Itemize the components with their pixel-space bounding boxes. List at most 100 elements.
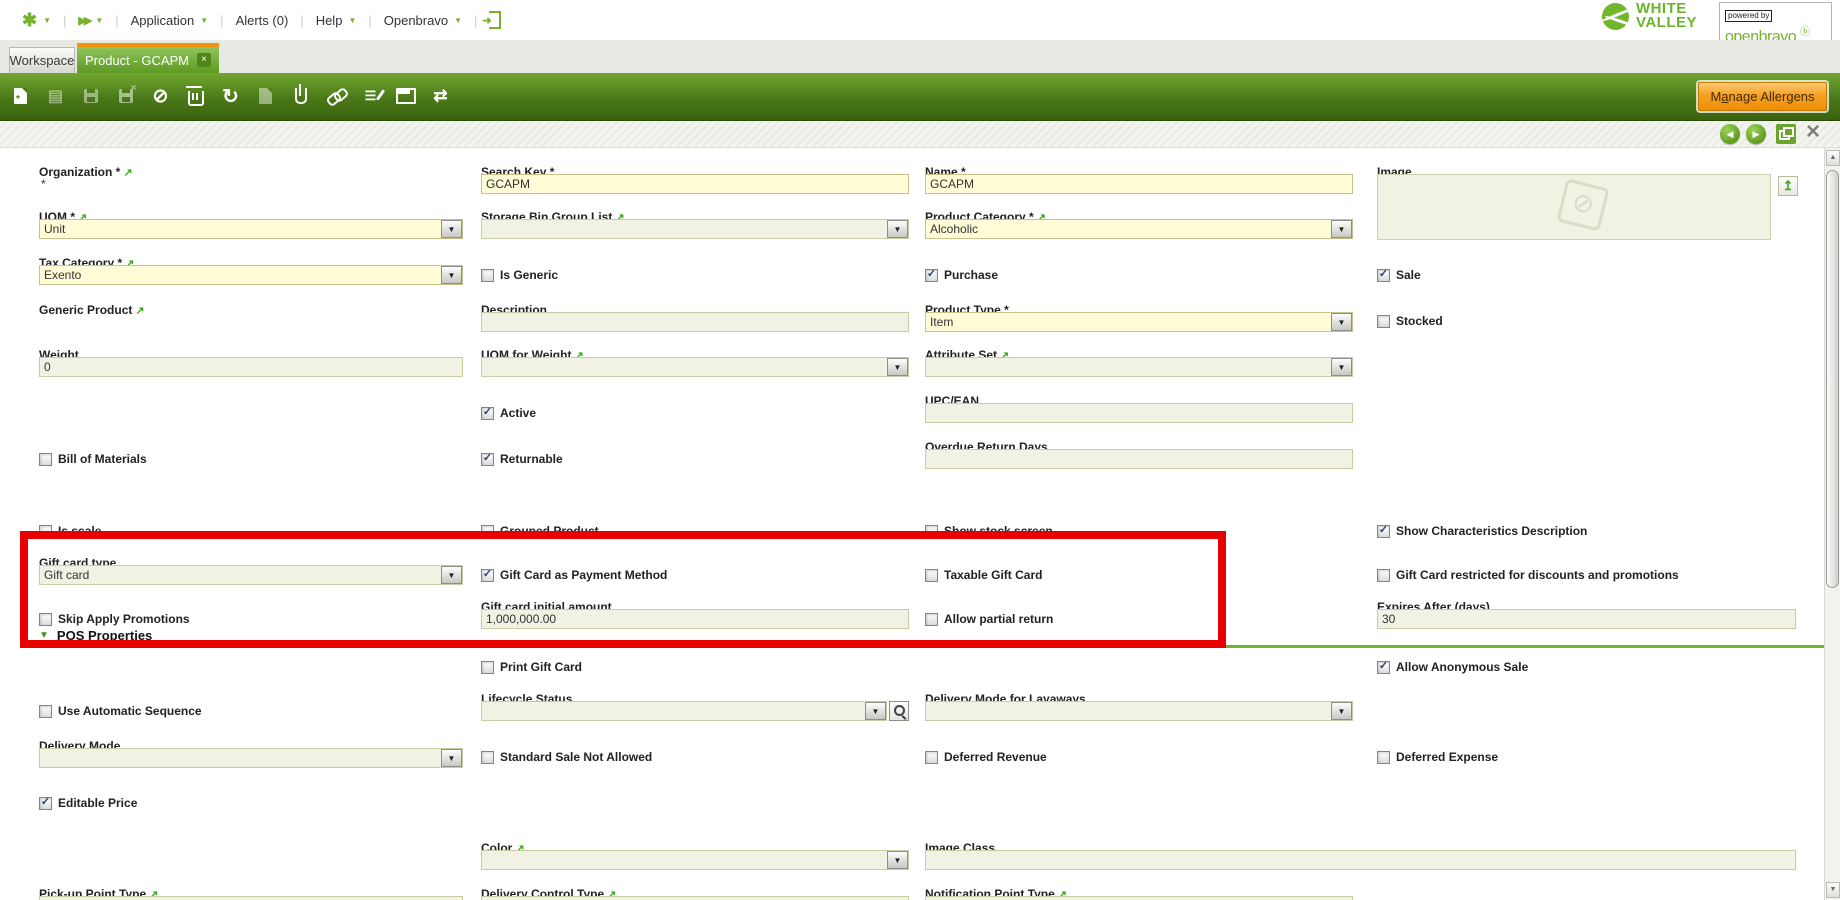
storage-bin-group-list-select[interactable]: ▼ bbox=[481, 219, 909, 239]
checkbox-show-stock-screen[interactable]: Show stock screen bbox=[925, 524, 1053, 538]
expires-after-days-input[interactable]: 30 bbox=[1377, 609, 1796, 629]
dropdown-arrow-icon[interactable]: ▼ bbox=[1331, 313, 1352, 331]
alerts-menu[interactable]: Alerts (0) bbox=[224, 13, 301, 28]
logout-icon: ➜ bbox=[482, 11, 502, 29]
dropdown-arrow-icon[interactable]: ▼ bbox=[441, 266, 462, 284]
description-input[interactable] bbox=[481, 312, 909, 332]
checkbox-purchase[interactable]: ✓ Purchase bbox=[925, 268, 998, 282]
link-arrow-icon[interactable]: ↗ bbox=[135, 305, 144, 317]
dropdown-arrow-icon[interactable]: ▼ bbox=[887, 220, 908, 238]
logout-button[interactable]: ➜ bbox=[477, 11, 513, 29]
save-close-button[interactable]: × bbox=[110, 79, 141, 113]
dropdown-arrow-icon[interactable]: ▼ bbox=[441, 749, 462, 767]
checkbox-deferred-expense[interactable]: Deferred Expense bbox=[1377, 750, 1498, 764]
tab-close-icon[interactable]: × bbox=[197, 53, 212, 67]
checkbox-use-automatic-sequence[interactable]: Use Automatic Sequence bbox=[39, 704, 202, 718]
checkbox-gift-card-restricted[interactable]: Gift Card restricted for discounts and p… bbox=[1377, 568, 1679, 582]
manage-allergens-button[interactable]: Ma nage Allergens bbox=[1698, 82, 1827, 111]
checkbox-show-characteristics-description[interactable]: ✓ Show Characteristics Description bbox=[1377, 524, 1587, 538]
checkbox-grouped-product[interactable]: Grouped Product bbox=[481, 524, 599, 538]
revert-button[interactable]: ⇄ bbox=[425, 79, 456, 113]
attachment-button[interactable] bbox=[285, 79, 316, 113]
scroll-down-button[interactable]: ▼ bbox=[1826, 882, 1840, 898]
gift-card-type-select[interactable]: Gift card ▼ bbox=[39, 565, 463, 585]
checkbox-sale[interactable]: ✓ Sale bbox=[1377, 268, 1421, 282]
checkbox-allow-partial-return[interactable]: Allow partial return bbox=[925, 612, 1053, 626]
undo-button[interactable]: ⊘ bbox=[145, 79, 176, 113]
checkbox-editable-price[interactable]: ✓ Editable Price bbox=[39, 796, 137, 810]
recent-views-menu[interactable]: ▶▶ ▼ bbox=[66, 14, 115, 27]
application-menu[interactable]: Application ▼ bbox=[119, 13, 221, 28]
checkbox-standard-sale-not-allowed[interactable]: Standard Sale Not Allowed bbox=[481, 750, 652, 764]
attribute-set-select[interactable]: ▼ bbox=[925, 357, 1353, 377]
grid-edit-button[interactable]: ▤ bbox=[40, 79, 71, 113]
maximize-view-button[interactable] bbox=[1776, 124, 1796, 144]
scroll-up-button[interactable]: ▲ bbox=[1826, 150, 1840, 166]
image-box[interactable]: ⊘ bbox=[1377, 174, 1771, 240]
link-button[interactable] bbox=[320, 79, 351, 113]
checkbox-allow-anonymous-sale[interactable]: ✓ Allow Anonymous Sale bbox=[1377, 660, 1528, 674]
weight-input[interactable]: 0 bbox=[39, 357, 463, 377]
dropdown-arrow-icon[interactable]: ▼ bbox=[441, 566, 462, 584]
delete-button[interactable] bbox=[180, 79, 211, 113]
refresh-button[interactable]: ↻ bbox=[215, 79, 246, 113]
checkbox-taxable-gift-card[interactable]: Taxable Gift Card bbox=[925, 568, 1042, 582]
checkbox-print-gift-card[interactable]: Print Gift Card bbox=[481, 660, 582, 674]
tax-category-select[interactable]: Exento ▼ bbox=[39, 265, 463, 285]
previous-record-button[interactable]: ◀ bbox=[1720, 124, 1740, 144]
upc-ean-input[interactable] bbox=[925, 403, 1353, 423]
dropdown-arrow-icon[interactable]: ▼ bbox=[1331, 358, 1352, 376]
lifecycle-status-select[interactable]: ▼ bbox=[481, 701, 887, 721]
checkbox-is-scale[interactable]: Is scale bbox=[39, 524, 101, 538]
image-upload-button[interactable]: ↥ bbox=[1778, 176, 1798, 196]
checkbox-returnable[interactable]: ✓ Returnable bbox=[481, 452, 563, 466]
dropdown-arrow-icon[interactable]: ▼ bbox=[1331, 220, 1352, 238]
dropdown-arrow-icon[interactable]: ▼ bbox=[887, 851, 908, 869]
color-select[interactable]: ▼ bbox=[481, 850, 909, 870]
close-view-button[interactable]: × bbox=[1802, 120, 1824, 145]
scrollbar-thumb[interactable] bbox=[1826, 170, 1839, 588]
user-menu[interactable]: Openbravo ▼ bbox=[372, 13, 474, 28]
favorites-menu[interactable]: ✱ ▼ bbox=[10, 10, 63, 31]
checkbox-box: ✓ bbox=[39, 796, 52, 810]
tab-workspace[interactable]: Workspace bbox=[9, 47, 75, 73]
next-record-button[interactable]: ▶ bbox=[1746, 124, 1766, 144]
help-menu[interactable]: Help ▼ bbox=[304, 13, 369, 28]
checkbox-active[interactable]: ✓ Active bbox=[481, 406, 536, 420]
tab-product-gcapm[interactable]: Product - GCAPM × bbox=[77, 43, 219, 73]
checkbox-is-generic[interactable]: Is Generic bbox=[481, 268, 558, 282]
arrow-right-icon: ▶ bbox=[1752, 128, 1760, 139]
lifecycle-status-search-button[interactable] bbox=[889, 701, 909, 721]
checkbox-gift-card-as-payment-method[interactable]: ✓ Gift Card as Payment Method bbox=[481, 568, 667, 582]
image-class-input[interactable] bbox=[925, 850, 1796, 870]
gift-card-initial-amount-input[interactable]: 1,000,000.00 bbox=[481, 609, 909, 629]
save-button[interactable] bbox=[75, 79, 106, 113]
checkbox-deferred-revenue[interactable]: Deferred Revenue bbox=[925, 750, 1047, 764]
overdue-return-days-input[interactable] bbox=[925, 449, 1353, 469]
search-key-input[interactable]: GCAPM bbox=[481, 174, 909, 194]
dropdown-arrow-icon[interactable]: ▼ bbox=[1331, 702, 1352, 720]
uom-select[interactable]: Unit ▼ bbox=[39, 219, 463, 239]
notification-point-type-select[interactable] bbox=[925, 896, 1353, 900]
checkbox-bill-of-materials[interactable]: Bill of Materials bbox=[39, 452, 147, 466]
tools-button[interactable]: ☰ bbox=[355, 79, 386, 113]
uom-for-weight-select[interactable]: ▼ bbox=[481, 357, 909, 377]
delivery-control-type-select[interactable] bbox=[481, 896, 909, 900]
checkbox-skip-apply-promotions[interactable]: Skip Apply Promotions bbox=[39, 612, 190, 626]
export-button[interactable] bbox=[250, 79, 281, 113]
name-input[interactable]: GCAPM bbox=[925, 174, 1353, 194]
form-view-button[interactable] bbox=[390, 79, 421, 113]
vertical-scrollbar[interactable]: ▲ ▼ bbox=[1824, 148, 1840, 900]
pos-properties-section-header[interactable]: ▼ POS Properties bbox=[39, 628, 152, 643]
new-record-button[interactable]: * bbox=[5, 79, 36, 113]
dropdown-arrow-icon[interactable]: ▼ bbox=[887, 358, 908, 376]
checkbox-stocked[interactable]: Stocked bbox=[1377, 314, 1443, 328]
pickup-point-type-select[interactable] bbox=[39, 896, 463, 900]
delivery-mode-select[interactable]: ▼ bbox=[39, 748, 463, 768]
delivery-mode-for-layaways-select[interactable]: ▼ bbox=[925, 701, 1353, 721]
product-category-select[interactable]: Alcoholic ▼ bbox=[925, 219, 1353, 239]
link-arrow-icon[interactable]: ↗ bbox=[123, 167, 132, 179]
dropdown-arrow-icon[interactable]: ▼ bbox=[441, 220, 462, 238]
dropdown-arrow-icon[interactable]: ▼ bbox=[865, 702, 886, 720]
product-type-select[interactable]: Item ▼ bbox=[925, 312, 1353, 332]
